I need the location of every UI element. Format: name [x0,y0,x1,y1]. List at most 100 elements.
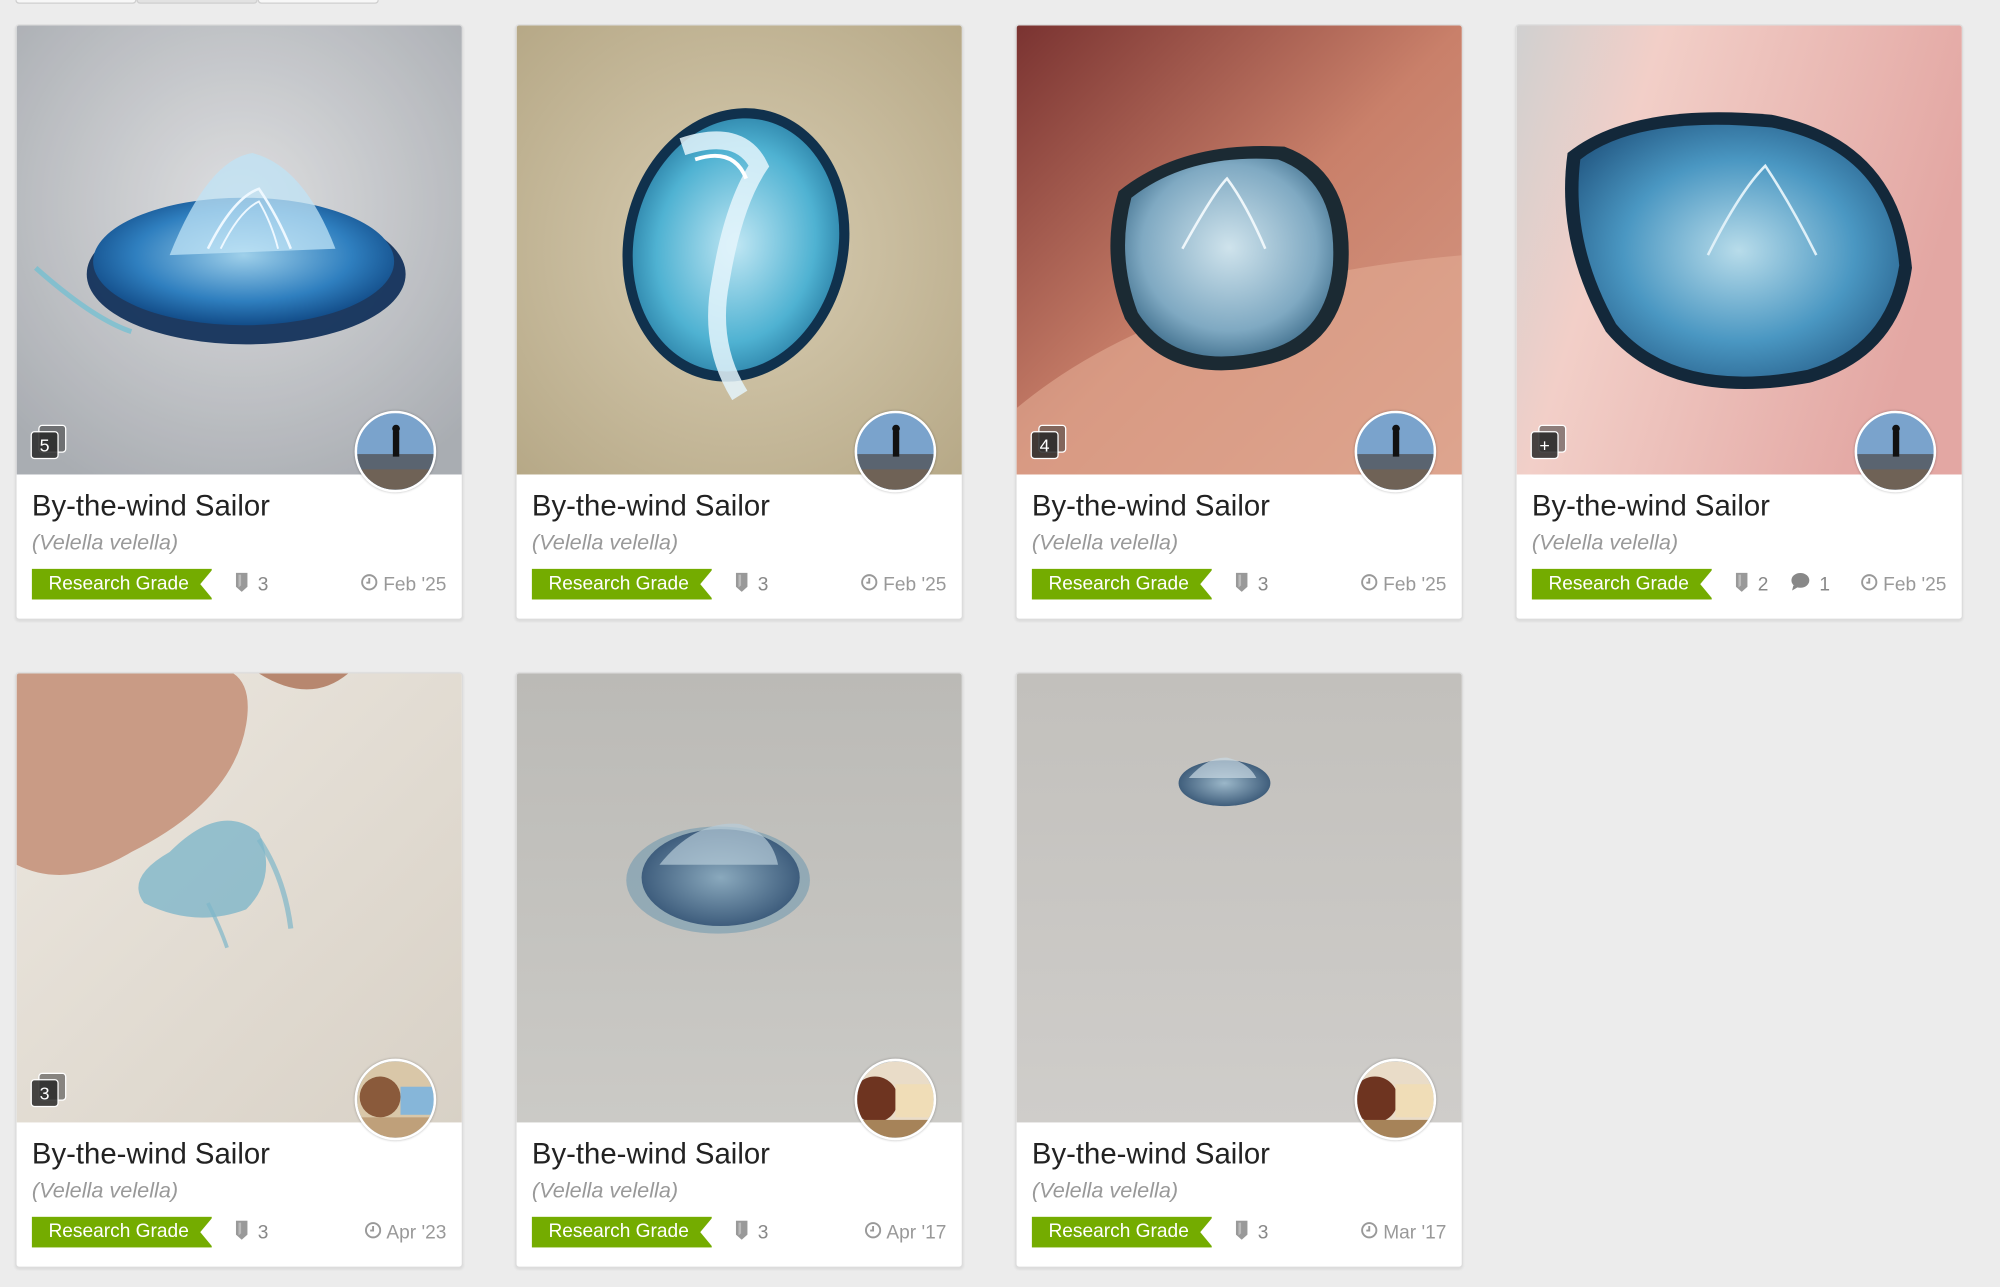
observation-photo[interactable] [516,673,962,1123]
observation-meta: By-the-wind Sailor (Velella velella) Res… [1017,1122,1462,1248]
observation-card[interactable]: 3 By-the-wind Sailor (Velella velella) R… [15,672,464,1268]
observed-date: Apr '17 [864,1221,947,1243]
observation-photo[interactable]: 4 [1016,25,1462,475]
observer-avatar[interactable] [1354,410,1437,493]
observation-meta: By-the-wind Sailor (Velella velella) Res… [1017,474,1462,600]
identifications-value: 3 [757,1221,769,1243]
date-value: Feb '25 [1383,573,1447,596]
tab-2[interactable] [136,0,258,4]
identification-icon [735,572,749,596]
observer-avatar[interactable] [854,1058,937,1141]
date-value: Apr '17 [886,1221,947,1243]
observer-avatar[interactable] [854,410,937,493]
scientific-name[interactable]: (Velella velella) [32,529,447,557]
scientific-name[interactable]: (Velella velella) [1032,1177,1447,1205]
observation-photo[interactable]: 3 [16,673,462,1123]
common-name[interactable]: By-the-wind Sailor [1532,486,1947,524]
identifications-value: 3 [257,1221,269,1243]
observer-avatar[interactable] [354,410,437,493]
observation-photo[interactable] [1016,673,1462,1123]
observation-footer: Research Grade 3 Apr '23 [31,1216,447,1248]
photo-count-badge: 4 [1030,424,1067,460]
common-name[interactable]: By-the-wind Sailor [532,1134,947,1172]
observation-card[interactable]: + By-the-wind Sailor (Velella velella) R… [1515,24,1963,620]
observation-footer: Research Grade 3 Feb '25 [31,568,447,600]
observed-date: Apr '23 [364,1221,447,1243]
quality-grade-badge: Research Grade [531,568,714,600]
date-value: Mar '17 [1383,1221,1447,1243]
common-name[interactable]: By-the-wind Sailor [532,486,947,524]
observation-card[interactable]: By-the-wind Sailor (Velella velella) Res… [515,672,964,1268]
identifications-count: 3 [235,1220,269,1244]
observed-date: Feb '25 [1861,573,1946,595]
scientific-name[interactable]: (Velella velella) [532,1177,947,1205]
view-tabs [15,0,379,4]
observer-avatar[interactable] [1854,410,1937,493]
observation-meta: By-the-wind Sailor (Velella velella) Res… [517,474,962,600]
quality-grade-badge: Research Grade [1031,1216,1214,1248]
identification-icon [235,1220,249,1244]
photo-count-value: 4 [1030,431,1059,460]
observation-meta: By-the-wind Sailor (Velella velella) Res… [17,474,462,600]
observation-photo[interactable] [516,25,962,475]
observed-date: Mar '17 [1361,1221,1447,1243]
observation-photo[interactable]: + [1516,25,1962,475]
comments-count: 1 [1791,572,1831,596]
scientific-name[interactable]: (Velella velella) [1032,529,1447,557]
clock-icon [1861,573,1878,595]
identifications-count: 3 [735,1220,769,1244]
common-name[interactable]: By-the-wind Sailor [1032,486,1447,524]
observer-avatar[interactable] [354,1058,437,1141]
identifications-value: 2 [1757,573,1769,596]
observer-avatar[interactable] [1354,1058,1437,1141]
tab-1[interactable] [15,0,137,4]
identifications-value: 3 [257,573,269,596]
identifications-value: 3 [1257,1221,1269,1243]
observed-date: Feb '25 [1361,573,1446,595]
identifications-count: 2 [1735,572,1769,596]
observation-footer: Research Grade 3 Feb '25 [531,568,947,600]
identifications-count: 3 [1235,572,1269,596]
scientific-name[interactable]: (Velella velella) [32,1177,447,1205]
identifications-count: 3 [235,572,269,596]
scientific-name[interactable]: (Velella velella) [1532,529,1947,557]
identifications-count: 3 [1235,1220,1269,1244]
date-value: Apr '23 [386,1221,447,1243]
comments-value: 1 [1819,573,1831,596]
observation-grid-page: 5 By-the-wind Sailor (Velella velella) R… [0,0,2000,1287]
observation-card[interactable]: By-the-wind Sailor (Velella velella) Res… [1015,672,1463,1268]
clock-icon [361,573,379,595]
identification-icon [235,572,249,596]
identification-icon [735,1220,749,1244]
identification-icon [1235,1220,1249,1244]
observation-card[interactable]: By-the-wind Sailor (Velella velella) Res… [515,24,964,620]
observation-photo[interactable]: 5 [16,25,462,475]
observation-meta: By-the-wind Sailor (Velella velella) Res… [1517,474,1962,600]
date-value: Feb '25 [1883,573,1947,596]
identifications-value: 3 [757,573,769,596]
scientific-name[interactable]: (Velella velella) [532,529,947,557]
observation-card[interactable]: 4 By-the-wind Sailor (Velella velella) R… [1015,24,1463,620]
observation-footer: Research Grade 3 Mar '17 [1031,1216,1447,1248]
clock-icon [864,1221,882,1243]
identification-icon [1735,572,1749,596]
observation-footer: Research Grade 3 Apr '17 [531,1216,947,1248]
identifications-value: 3 [1257,573,1269,596]
common-name[interactable]: By-the-wind Sailor [32,486,447,524]
clock-icon [1361,573,1378,595]
date-value: Feb '25 [383,573,447,596]
date-value: Feb '25 [883,573,947,596]
tab-3[interactable] [257,0,379,4]
observation-meta: By-the-wind Sailor (Velella velella) Res… [517,1122,962,1248]
quality-grade-badge: Research Grade [31,568,214,600]
observation-card[interactable]: 5 By-the-wind Sailor (Velella velella) R… [15,24,464,620]
common-name[interactable]: By-the-wind Sailor [1032,1134,1447,1172]
photo-count-badge: + [1530,424,1567,460]
quality-grade-badge: Research Grade [31,1216,214,1248]
common-name[interactable]: By-the-wind Sailor [32,1134,447,1172]
photo-count-value: 3 [30,1079,59,1108]
observation-meta: By-the-wind Sailor (Velella velella) Res… [17,1122,462,1248]
clock-icon [364,1221,382,1243]
observed-date: Feb '25 [861,573,947,596]
clock-icon [1361,1221,1379,1243]
